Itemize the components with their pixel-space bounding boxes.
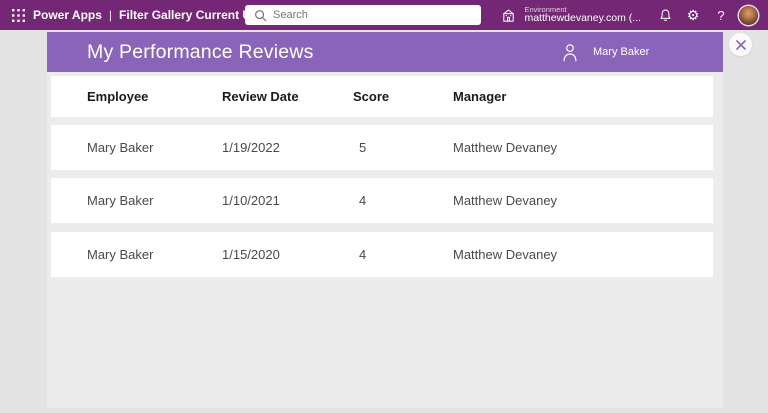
cell-employee: Mary Baker xyxy=(87,125,153,170)
table-row[interactable]: Mary Baker 1/19/2022 5 Matthew Devaney xyxy=(51,125,713,170)
column-header-employee: Employee xyxy=(87,76,148,117)
cell-review-date: 1/15/2020 xyxy=(222,232,280,277)
table-row[interactable]: Mary Baker 1/10/2021 4 Matthew Devaney xyxy=(51,178,713,223)
notifications-button[interactable] xyxy=(651,0,679,30)
screen: Power Apps | Filter Gallery Current User xyxy=(0,0,768,413)
column-header-manager: Manager xyxy=(453,76,506,117)
close-icon xyxy=(736,40,746,50)
gear-icon: ⚙ xyxy=(687,8,700,22)
table-row[interactable]: Mary Baker 1/15/2020 4 Matthew Devaney xyxy=(51,232,713,277)
cell-employee: Mary Baker xyxy=(87,232,153,277)
breadcrumb-separator: | xyxy=(109,8,112,22)
search-icon xyxy=(254,9,267,22)
current-user: Mary Baker xyxy=(562,32,649,72)
bell-icon xyxy=(658,8,673,23)
cell-score: 4 xyxy=(359,232,366,277)
app-header: My Performance Reviews Mary Baker xyxy=(47,32,723,72)
waffle-icon xyxy=(12,9,25,22)
column-header-review-date: Review Date xyxy=(222,76,299,117)
search-box[interactable] xyxy=(245,5,481,25)
cell-review-date: 1/19/2022 xyxy=(222,125,280,170)
app-launcher-button[interactable] xyxy=(3,0,33,30)
help-button[interactable]: ? xyxy=(707,0,735,30)
search-input[interactable] xyxy=(245,5,481,25)
account-avatar[interactable] xyxy=(739,6,758,25)
environment-picker[interactable]: Environment matthewdevaney.com (... xyxy=(491,0,651,30)
settings-button[interactable]: ⚙ xyxy=(679,0,707,30)
app-canvas: My Performance Reviews Mary Baker Employ… xyxy=(47,32,723,408)
table-header: Employee Review Date Score Manager xyxy=(51,76,713,117)
close-button[interactable] xyxy=(729,33,752,56)
cell-score: 4 xyxy=(359,178,366,223)
current-user-name: Mary Baker xyxy=(593,46,649,58)
cell-manager: Matthew Devaney xyxy=(453,125,557,170)
column-header-score: Score xyxy=(353,76,389,117)
cell-manager: Matthew Devaney xyxy=(453,178,557,223)
environment-text: Environment matthewdevaney.com (... xyxy=(524,6,641,25)
person-icon xyxy=(562,43,578,62)
breadcrumb: Power Apps | Filter Gallery Current User xyxy=(33,8,269,22)
cell-score: 5 xyxy=(359,125,366,170)
topbar: Power Apps | Filter Gallery Current User xyxy=(0,0,768,30)
app-title: My Performance Reviews xyxy=(87,32,314,72)
app-name[interactable]: Power Apps xyxy=(33,8,102,22)
cell-manager: Matthew Devaney xyxy=(453,232,557,277)
topbar-right-cluster: Environment matthewdevaney.com (... ⚙ ? xyxy=(491,0,768,30)
environment-name: matthewdevaney.com (... xyxy=(524,13,641,24)
help-icon: ? xyxy=(717,8,724,23)
cell-review-date: 1/10/2021 xyxy=(222,178,280,223)
environment-icon xyxy=(501,8,516,23)
cell-employee: Mary Baker xyxy=(87,178,153,223)
